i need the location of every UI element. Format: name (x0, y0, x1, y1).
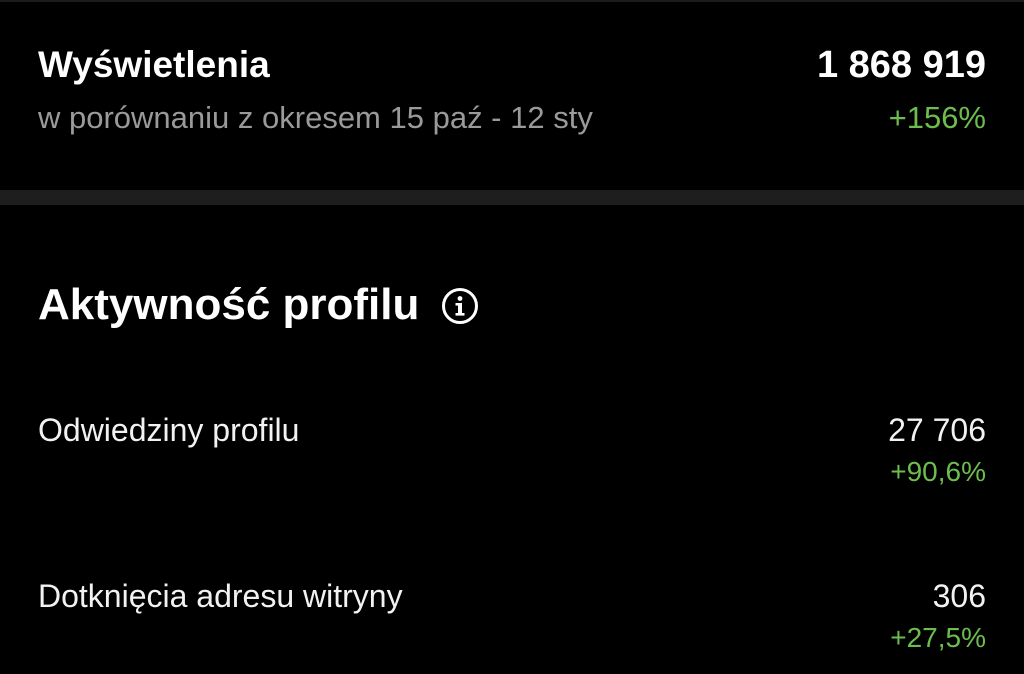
metric-change: +27,5% (890, 622, 986, 653)
info-icon[interactable] (441, 286, 479, 324)
metric-label: Odwiedziny profilu (38, 412, 300, 448)
views-summary-row[interactable]: Wyświetlenia w porównaniu z okresem 15 p… (0, 0, 1024, 188)
metric-row-website-taps[interactable]: Dotknięcia adresu witryny 306 +27,5% (0, 574, 1024, 674)
views-comparison-period: w porównaniu z okresem 15 paź - 12 sty (38, 100, 593, 135)
views-value: 1 868 919 (816, 44, 986, 86)
metric-value: 27 706 (888, 412, 986, 448)
metric-change: +90,6% (890, 456, 986, 487)
views-change: +156% (888, 100, 986, 135)
profile-activity-title: Aktywność profilu (38, 280, 420, 329)
metric-value: 306 (932, 578, 986, 614)
metric-label: Dotknięcia adresu witryny (38, 578, 403, 614)
metric-row-profile-visits[interactable]: Odwiedziny profilu 27 706 +90,6% (0, 408, 1024, 508)
profile-activity-header: Aktywność profilu (38, 280, 479, 330)
views-title: Wyświetlenia (38, 44, 270, 85)
section-divider (0, 190, 1024, 205)
